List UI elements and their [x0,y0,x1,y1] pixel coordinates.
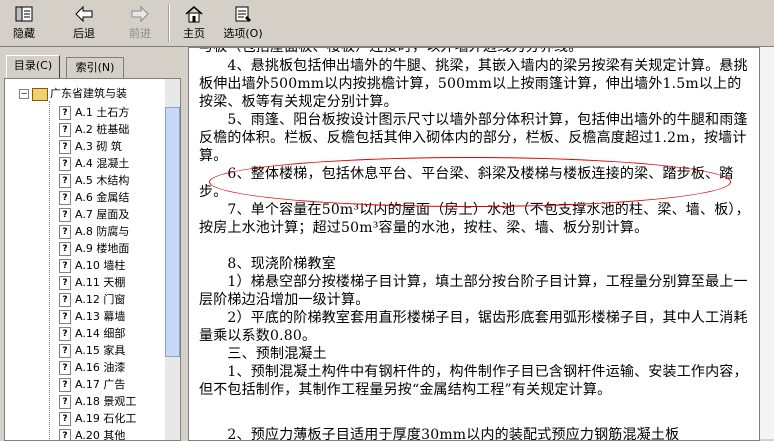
tab-index[interactable]: 索引(N) [66,57,124,78]
tree-item-label: A.12 门窗 [75,293,126,306]
help-page-icon: ? [59,395,71,409]
help-page-icon: ? [59,106,71,120]
tree-item-label: A.8 防腐与 [75,225,130,238]
tree-item[interactable]: ? A.19 石化工 [59,410,159,427]
tree-item[interactable]: ? A.11 天棚 [59,274,159,291]
help-page-icon: ? [59,242,71,256]
help-page-icon: ? [59,123,71,137]
tree-item-label: A.3 砌 筑 [75,140,122,153]
help-page-icon: ? [59,378,71,392]
home-icon [185,6,203,23]
back-button[interactable]: 后退 [62,2,106,44]
tree-item[interactable]: ? A.18 景观工 [59,393,159,410]
help-page-icon: ? [59,191,71,205]
tree-root-node[interactable]: − 广东省建筑与装 [19,85,127,101]
tree-item-label: A.14 细部 [75,327,126,340]
help-page-icon: ? [59,276,71,290]
home-button[interactable]: 主页 [172,2,216,44]
tree-item-label: A.16 油漆 [75,361,126,374]
tree-item-label: A.11 天棚 [75,276,126,289]
tree-item[interactable]: ? A.2 桩基础 [59,121,159,138]
tree-item[interactable]: ? A.14 细部 [59,325,159,342]
help-page-icon: ? [59,259,71,273]
tree-item-label: A.15 家具 [75,344,126,357]
hide-button[interactable]: 隐藏 [2,2,46,44]
tree-item-label: A.19 石化工 [75,412,137,425]
document-content: 与板（包括屋面板、楼板）连接时，以外墙外边线为分界线。 4、悬挑板包括伸出墙外的… [188,47,760,441]
tree-item[interactable]: ? A.10 墙柱 [59,257,159,274]
tree-item[interactable]: ? A.17 广告 [59,376,159,393]
tree-item-label: A.5 木结构 [75,174,130,187]
doc-paragraph: 8、现浇阶梯教室 [199,256,336,272]
doc-paragraph: 与板（包括屋面板、楼板）连接时，以外墙外边线为分界线。 [199,47,583,55]
help-page-icon: ? [59,429,71,440]
home-label: 主页 [183,27,205,40]
tree-item[interactable]: ? A.1 土石方 [59,104,159,121]
navigation-pane: 目录(C) 索引(N) − 广东省建筑与装 ? A.1 土石方 ? A.2 桩基础 ?… [0,47,183,441]
forward-button[interactable]: 前进 [118,2,162,44]
tree-connector-line [49,101,51,440]
back-label: 后退 [73,27,95,40]
tree-item-label: A.2 桩基础 [75,123,130,136]
help-page-icon: ? [59,412,71,426]
forward-label: 前进 [129,27,151,40]
collapse-icon[interactable]: − [19,89,29,99]
tree-root-label: 广东省建筑与装 [50,87,127,100]
forward-arrow-icon [131,5,149,23]
tree-item-label: A.20 其他 [75,429,126,441]
options-button[interactable]: 选项(O) [220,2,266,44]
doc-paragraph: 1）梯悬空部分按楼梯子目计算，填土部分按台阶子目计算，工程量分别算至最上一层阶梯… [199,274,748,308]
help-page-icon: ? [59,225,71,239]
help-page-icon: ? [59,157,71,171]
tree-item-label: A.4 混凝土 [75,157,130,170]
doc-paragraph: 2）平底的阶梯教室套用直形楼梯子目，锯齿形底套用弧形楼梯子目，其中人工消耗量乘以… [199,310,748,344]
tree-item-label: A.9 楼地面 [75,242,130,255]
help-page-icon: ? [59,140,71,154]
help-page-icon: ? [59,344,71,358]
tree-item[interactable]: ? A.7 屋面及 [59,206,159,223]
tree-item[interactable]: ? A.3 砌 筑 [59,138,159,155]
doc-paragraph: 4、悬挑板包括伸出墙外的牛腿、挑梁，其嵌入墙内的梁另按梁有关规定计算。悬挑板伸出… [199,58,748,110]
open-book-icon [32,87,48,101]
tree-item[interactable]: ? A.8 防腐与 [59,223,159,240]
tree-item[interactable]: ? A.4 混凝土 [59,155,159,172]
help-page-icon: ? [59,174,71,188]
tree-item[interactable]: ? A.6 金属结 [59,189,159,206]
tree-item-label: A.6 金属结 [75,191,130,204]
options-label: 选项(O) [223,27,263,40]
tree-item[interactable]: ? A.13 幕墙 [59,308,159,325]
content-scrollbar[interactable] [760,47,774,439]
doc-paragraph: 1、预制混凝土构件中有钢杆件的，构件制作子目已含钢杆件运输、安装工作内容，但不包… [199,364,748,398]
doc-paragraph: 三、预制混凝土 [199,346,327,362]
contents-tree: − 广东省建筑与装 ? A.1 土石方 ? A.2 桩基础 ? A.3 砌 筑 ? A.4… [4,78,181,441]
help-page-icon: ? [59,361,71,375]
tree-item-label: A.10 墙柱 [75,259,126,272]
tree-item-label: A.17 广告 [75,378,126,391]
tree-item-label: A.13 幕墙 [75,310,126,323]
toolbar: 隐藏 后退 前进 主页 选项(O) [0,0,774,47]
help-page-icon: ? [59,310,71,324]
red-annotation-ellipse [209,157,731,207]
help-page-icon: ? [59,208,71,222]
tree-scrollbar-thumb[interactable] [165,107,180,357]
tree-item[interactable]: ? A.5 木结构 [59,172,159,189]
tree-item[interactable]: ? A.9 楼地面 [59,240,159,257]
tree-item-label: A.7 屋面及 [75,208,130,221]
hide-panel-icon [15,6,33,22]
tree-item-label: A.18 景观工 [75,395,137,408]
tree-item[interactable]: ? A.12 门窗 [59,291,159,308]
tree-scrollbar[interactable] [165,79,180,440]
tab-contents[interactable]: 目录(C) [6,55,60,79]
toolbar-separator [168,4,170,42]
tree-item[interactable]: ? A.16 油漆 [59,359,159,376]
options-icon [235,6,251,22]
help-page-icon: ? [59,327,71,341]
hide-label: 隐藏 [13,27,35,40]
help-page-icon: ? [59,293,71,307]
tree-item-label: A.1 土石方 [75,106,130,119]
back-arrow-icon [75,5,93,23]
tree-item[interactable]: ? A.15 家具 [59,342,159,359]
